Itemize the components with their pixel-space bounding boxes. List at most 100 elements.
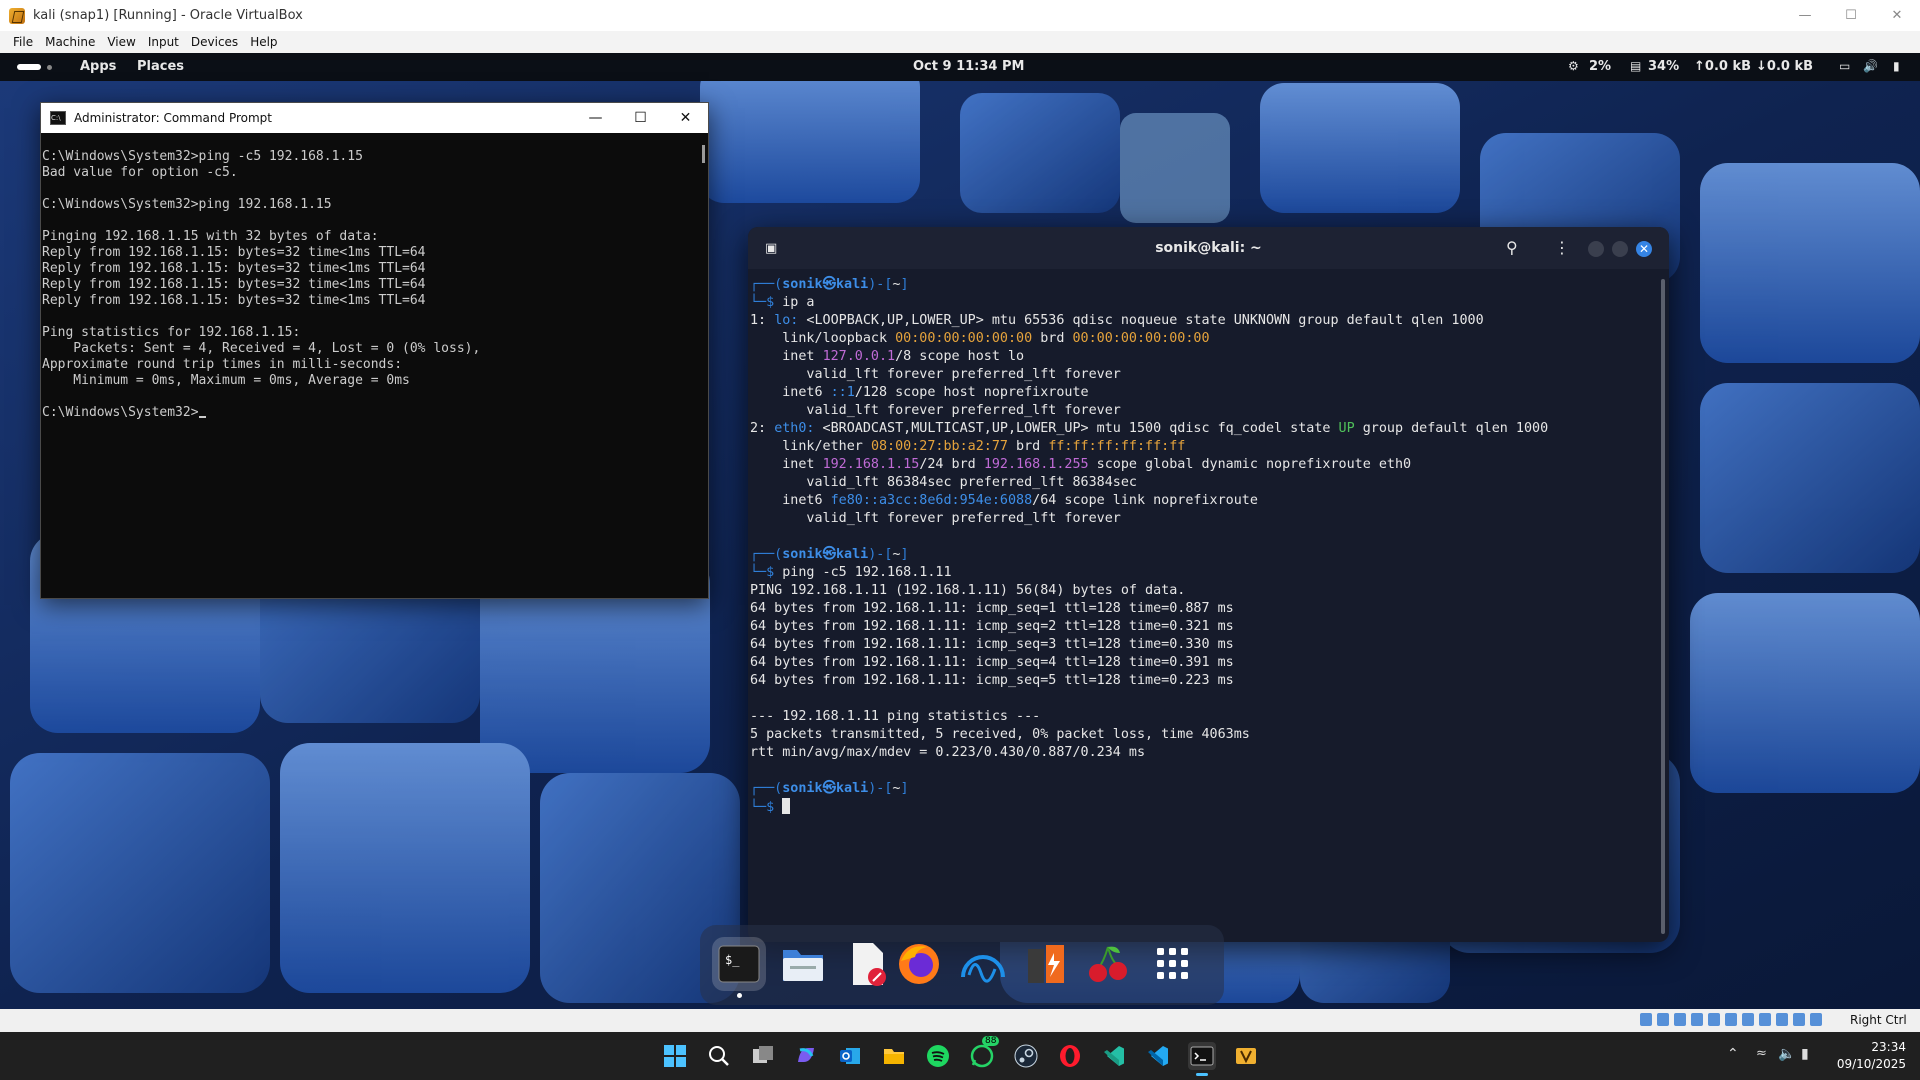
whatsapp-badge: 88	[982, 1036, 1000, 1046]
minimize-button[interactable]: —	[1782, 0, 1828, 31]
kali-terminal-window[interactable]: ▣ sonik@kali: ~ ⚲ ⋮ ✕ ┌──(sonik㉿kali)-[~…	[748, 227, 1669, 942]
network-icon[interactable]	[1691, 1013, 1703, 1026]
cmd-prompt-line[interactable]: C:\Windows\System32>	[42, 405, 692, 421]
windows-logo-icon	[664, 1045, 686, 1067]
vscode-insiders-button[interactable]	[1100, 1042, 1128, 1070]
menu-file[interactable]: File	[0, 35, 39, 49]
output-line: 64 bytes from 192.168.1.11: icmp_seq=2 t…	[750, 619, 1234, 634]
steam-button[interactable]	[1012, 1042, 1040, 1070]
menu-help[interactable]: Help	[244, 35, 283, 49]
cmd-icon: C:\	[50, 111, 66, 125]
menu-devices[interactable]: Devices	[185, 35, 244, 49]
active-command-line[interactable]: └─$	[750, 798, 1650, 816]
audio-icon[interactable]	[1674, 1013, 1686, 1026]
windows-taskbar: 88 ⌃ ≈ 🔈 ▮ 23:34 09/10/2025	[0, 1032, 1920, 1080]
dock-burpsuite[interactable]	[1020, 937, 1074, 991]
hdd-icon[interactable]	[1640, 1013, 1652, 1026]
cmd-cursor	[198, 416, 206, 418]
menu-input[interactable]: Input	[142, 35, 185, 49]
cmd-titlebar[interactable]: C:\ Administrator: Command Prompt — ☐ ✕	[41, 103, 708, 133]
maximize-button[interactable]: ☐	[1828, 0, 1874, 31]
cmd-close-button[interactable]: ✕	[663, 103, 708, 133]
cmd-maximize-button[interactable]: ☐	[618, 103, 663, 133]
prompt-host: kali	[835, 277, 869, 292]
output-line: 64 bytes from 192.168.1.11: icmp_seq=1 t…	[750, 601, 1234, 616]
dock-cherrytree[interactable]	[1082, 937, 1136, 991]
wifi-icon[interactable]: ≈	[1756, 1046, 1767, 1061]
workspace-indicator[interactable]	[17, 64, 41, 70]
whatsapp-icon	[970, 1044, 994, 1068]
copilot-button[interactable]	[792, 1042, 820, 1070]
battery-icon[interactable]: ▮	[1893, 59, 1900, 73]
dock-wireshark[interactable]	[956, 937, 1010, 991]
menu-view[interactable]: View	[101, 35, 141, 49]
system-clock[interactable]: 23:34 09/10/2025	[1826, 1039, 1906, 1073]
terminal-output[interactable]: ┌──(sonik㉿kali)-[~] └─$ ip a 1: lo: <LOO…	[750, 276, 1650, 816]
cmd-line: C:\Windows\System32>ping 192.168.1.15	[42, 197, 332, 212]
terminal-button[interactable]	[1188, 1042, 1216, 1076]
workspace-dot[interactable]	[47, 65, 52, 70]
display-icon[interactable]	[1742, 1013, 1754, 1026]
search-button[interactable]	[705, 1042, 733, 1070]
search-icon[interactable]: ⚲	[1506, 238, 1518, 257]
close-button[interactable]: ✕	[1874, 0, 1920, 31]
dock-firefox[interactable]	[892, 937, 946, 991]
spotify-button[interactable]	[924, 1042, 952, 1070]
opera-button[interactable]	[1056, 1042, 1084, 1070]
memory-icon: ▤	[1630, 59, 1642, 73]
cmd-scrollbar[interactable]	[702, 145, 705, 163]
dock-app-grid[interactable]	[1146, 937, 1200, 991]
active-indicator	[1196, 1073, 1208, 1076]
terminal-title: sonik@kali: ~	[1155, 240, 1262, 256]
file-explorer-button[interactable]	[880, 1042, 908, 1070]
host-key-label: Right Ctrl	[1850, 1013, 1907, 1027]
recording-icon[interactable]	[1759, 1013, 1771, 1026]
prompt-line: ┌──(sonik㉿kali)-[~]	[750, 277, 909, 292]
cpu-usage: 2%	[1589, 59, 1612, 74]
places-menu[interactable]: Places	[137, 59, 184, 74]
cpu-icon[interactable]	[1776, 1013, 1788, 1026]
iface-name: eth0:	[774, 421, 815, 436]
dock-files[interactable]	[776, 937, 830, 991]
terminal-scrollbar[interactable]	[1661, 279, 1665, 934]
volume-icon[interactable]: 🔈	[1778, 1046, 1795, 1062]
volume-icon[interactable]: 🔊	[1863, 59, 1878, 73]
menu-machine[interactable]: Machine	[39, 35, 101, 49]
output-line: link/loopback 00:00:00:00:00:00 brd 00:0…	[750, 331, 1210, 346]
optical-icon[interactable]	[1657, 1013, 1669, 1026]
shared-folder-icon[interactable]	[1725, 1013, 1737, 1026]
cmd-minimize-button[interactable]: —	[573, 103, 618, 133]
keyboard-icon[interactable]	[1810, 1013, 1822, 1026]
output-line: --- 192.168.1.11 ping statistics ---	[750, 709, 1041, 724]
terminal-headerbar[interactable]: ▣ sonik@kali: ~ ⚲ ⋮ ✕	[748, 227, 1669, 269]
outlook-button[interactable]	[836, 1042, 864, 1070]
minimize-button[interactable]	[1588, 241, 1604, 257]
cmd-output[interactable]: C:\Windows\System32>ping -c5 192.168.1.1…	[41, 133, 692, 598]
command-text: ip a	[782, 295, 815, 310]
burpsuite-icon	[1028, 945, 1064, 983]
virtualbox-button[interactable]	[1232, 1042, 1260, 1070]
clock[interactable]: Oct 9 11:34 PM	[913, 59, 1024, 74]
dash-dock: $_	[700, 925, 1224, 1005]
maximize-button[interactable]	[1612, 241, 1628, 257]
guest-display[interactable]: Apps Places Oct 9 11:34 PM ⚙ 2% ▤ 34% ↑0…	[0, 53, 1920, 1009]
task-view-button[interactable]	[749, 1042, 777, 1070]
tray-overflow-icon[interactable]: ⌃	[1727, 1046, 1739, 1062]
svg-text:$_: $_	[725, 953, 740, 967]
mouse-icon[interactable]	[1793, 1013, 1805, 1026]
whatsapp-button[interactable]: 88	[968, 1036, 1000, 1070]
dock-text-editor[interactable]	[840, 937, 894, 991]
output-line: valid_lft 86384sec preferred_lft 86384se…	[750, 475, 1137, 490]
usb-icon[interactable]	[1708, 1013, 1720, 1026]
close-button[interactable]: ✕	[1636, 241, 1652, 257]
start-button[interactable]	[661, 1042, 689, 1070]
kebab-menu-icon[interactable]: ⋮	[1554, 238, 1570, 257]
battery-icon[interactable]: ▮	[1801, 1046, 1809, 1062]
cmd-line	[42, 213, 692, 229]
apps-menu[interactable]: Apps	[80, 59, 116, 74]
command-prompt-window[interactable]: C:\ Administrator: Command Prompt — ☐ ✕ …	[40, 102, 709, 599]
vscode-button[interactable]	[1144, 1042, 1172, 1070]
dock-terminal[interactable]: $_	[712, 937, 766, 998]
display-icon[interactable]: ▭	[1839, 59, 1850, 73]
